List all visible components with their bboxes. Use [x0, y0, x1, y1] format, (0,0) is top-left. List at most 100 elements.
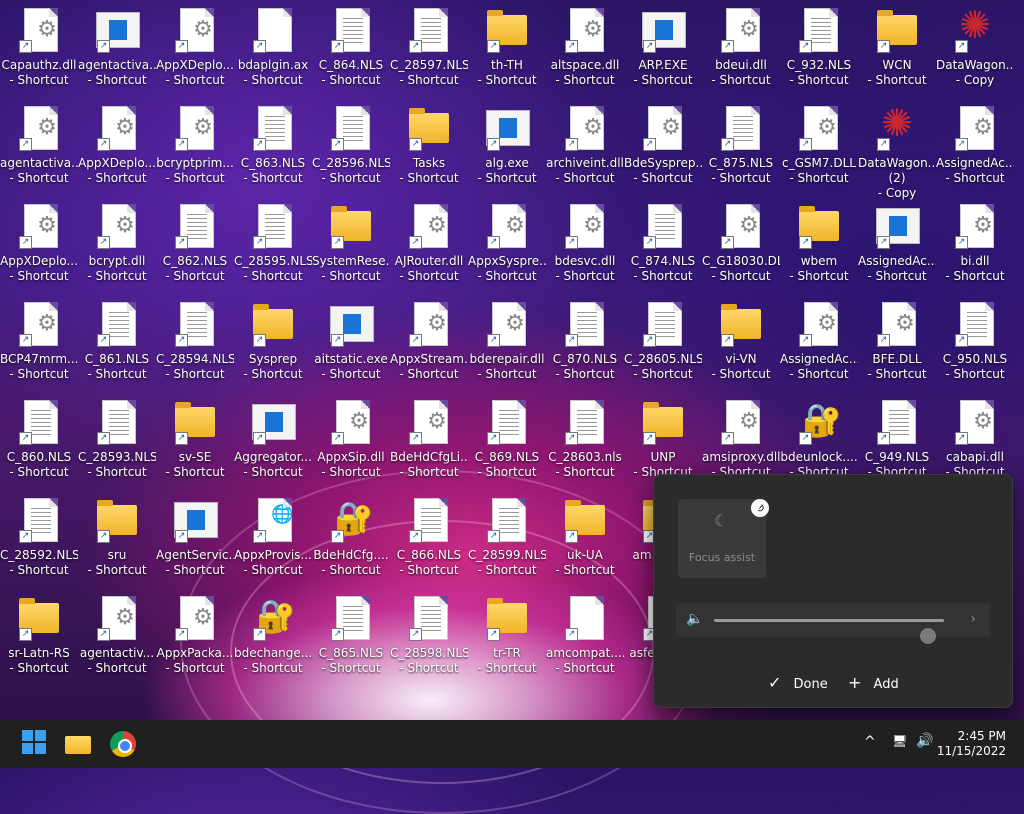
done-button[interactable]: ✓ Done: [768, 673, 828, 692]
desktop-icon[interactable]: ↗ C_932.NLS - Shortcut: [780, 0, 858, 96]
desktop-icon[interactable]: ↗ tr-TR - Shortcut: [468, 588, 546, 684]
desktop-icon[interactable]: ↗ SystemRese... - Shortcut: [312, 196, 390, 292]
desktop-icon[interactable]: ⚙ ↗ archiveint.dll - Shortcut: [546, 98, 624, 194]
desktop-icon[interactable]: ⚙ ↗ AppxSip.dll - Shortcut: [312, 392, 390, 488]
desktop-icon[interactable]: ✺ ↗ DataWagon.... (2) - Copy: [858, 98, 936, 200]
chrome-button[interactable]: [107, 728, 139, 760]
desktop-icon[interactable]: ↗ C_862.NLS - Shortcut: [156, 196, 234, 292]
text-file-icon: ↗: [562, 300, 608, 350]
desktop-icon[interactable]: ⚙ ↗ bi.dll - Shortcut: [936, 196, 1014, 292]
keys-lock-icon: 🔐 ↗: [250, 594, 296, 644]
shortcut-arrow-icon: ↗: [19, 40, 32, 53]
desktop-icon[interactable]: ⚙ ↗ bdeui.dll - Shortcut: [702, 0, 780, 96]
desktop-icon[interactable]: ⚙ ↗ BFE.DLL - Shortcut: [858, 294, 936, 390]
start-button[interactable]: [20, 728, 52, 760]
desktop-icon[interactable]: ⚙ ↗ AssignedAc... - Shortcut: [780, 294, 858, 390]
desktop-icon-label: C_865.NLS - Shortcut: [318, 646, 384, 675]
desktop-icon[interactable]: ⚙ ↗ bdesvc.dll - Shortcut: [546, 196, 624, 292]
desktop-icon[interactable]: ⚙ ↗ bderepair.dll - Shortcut: [468, 294, 546, 390]
desktop-icon[interactable]: ↗ C_861.NLS - Shortcut: [78, 294, 156, 390]
desktop-icon[interactable]: ↗ C_28598.NLS - Shortcut: [390, 588, 468, 684]
desktop-icon[interactable]: ↗ C_28599.NLS - Shortcut: [468, 490, 546, 586]
desktop-icon[interactable]: ✺ ↗ DataWagon... - Copy: [936, 0, 1014, 96]
desktop-icon[interactable]: ↗ C_864.NLS - Shortcut: [312, 0, 390, 96]
desktop-icon[interactable]: ↗ C_28603.nls - Shortcut: [546, 392, 624, 488]
desktop-icon[interactable]: ↗ Tasks - Shortcut: [390, 98, 468, 194]
blank-file-icon: ↗: [562, 594, 608, 644]
desktop-icon[interactable]: ↗ amcompat.... - Shortcut: [546, 588, 624, 684]
volume-slider-thumb[interactable]: [919, 628, 936, 644]
desktop-icon[interactable]: ⚙ ↗ AssignedAc... - Shortcut: [936, 98, 1014, 194]
desktop-icon[interactable]: ↗ C_869.NLS - Shortcut: [468, 392, 546, 488]
desktop-icon[interactable]: ⚙ ↗ AppXDeplo... - Shortcut: [156, 0, 234, 96]
desktop-icon[interactable]: ↗ C_28596.NLS - Shortcut: [312, 98, 390, 194]
add-button[interactable]: + Add: [848, 673, 899, 692]
desktop-icon[interactable]: ↗ th-TH - Shortcut: [468, 0, 546, 96]
desktop-icon[interactable]: ⚙ ↗ Capauthz.dll - Shortcut: [0, 0, 78, 96]
desktop-icon[interactable]: ↗ C_28605.NLS - Shortcut: [624, 294, 702, 390]
desktop-icon[interactable]: ⚙ ↗ AppXDeplo... - Shortcut: [78, 98, 156, 194]
desktop-icon[interactable]: ↗ WCN - Shortcut: [858, 0, 936, 96]
chevron-up-icon[interactable]: ^: [864, 734, 876, 750]
desktop-icon[interactable]: ↗ C_28593.NLS - Shortcut: [78, 392, 156, 488]
desktop-icon-label: C_870.NLS - Shortcut: [552, 352, 618, 381]
speaker-icon[interactable]: 🔈: [686, 611, 703, 627]
desktop-icon[interactable]: ⚙ ↗ bcryptprim... - Shortcut: [156, 98, 234, 194]
desktop-icon[interactable]: ↗ AssignedAc... - Shortcut: [858, 196, 936, 292]
desktop-icon[interactable]: ⚙↗BdeSysprep....- Shortcut: [624, 98, 702, 194]
desktop-icon[interactable]: ⚙ ↗ BdeHdCfgLi... - Shortcut: [390, 392, 468, 488]
desktop-icon[interactable]: ↗ ARP.EXE - Shortcut: [624, 0, 702, 96]
desktop-icon[interactable]: ↗ Aggregator... - Shortcut: [234, 392, 312, 488]
desktop-icon[interactable]: ⚙ ↗ altspace.dll - Shortcut: [546, 0, 624, 96]
desktop-icon[interactable]: ↗ sv-SE - Shortcut: [156, 392, 234, 488]
desktop-icon[interactable]: ⚙ ↗ AppxSyspre... - Shortcut: [468, 196, 546, 292]
desktop-icon[interactable]: ↗ vi-VN - Shortcut: [702, 294, 780, 390]
desktop-icon[interactable]: ↗ C_28594.NLS - Shortcut: [156, 294, 234, 390]
desktop-icon[interactable]: ↗ aitstatic.exe - Shortcut: [312, 294, 390, 390]
desktop-icon[interactable]: 🌐 ↗ AppxProvis... - Shortcut: [234, 490, 312, 586]
shortcut-arrow-icon: ↗: [331, 138, 344, 151]
desktop-icon[interactable]: ↗ sru - Shortcut: [78, 490, 156, 586]
desktop-icon[interactable]: 🔐 ↗ BdeHdCfg.... - Shortcut: [312, 490, 390, 586]
desktop-icon[interactable]: ⚙↗C_G18030.DLL- Shortcut: [702, 196, 780, 292]
desktop-icon[interactable]: ↗ C_863.NLS - Shortcut: [234, 98, 312, 194]
desktop-icon[interactable]: ⚙ ↗ agentactiv... - Shortcut: [78, 588, 156, 684]
desktop-icon[interactable]: ↗ wbem - Shortcut: [780, 196, 858, 292]
network-icon[interactable]: 🖥: [892, 734, 907, 748]
desktop-icon[interactable]: ⚙ ↗ AppxPacka... - Shortcut: [156, 588, 234, 684]
chevron-right-icon[interactable]: ›: [970, 611, 976, 627]
desktop-icon[interactable]: ↗ sr-Latn-RS - Shortcut: [0, 588, 78, 684]
desktop-icon[interactable]: ↗ C_28595.NLS - Shortcut: [234, 196, 312, 292]
desktop-icon-label: SystemRese... - Shortcut: [312, 254, 390, 283]
desktop-icon[interactable]: ⚙ ↗ bcrypt.dll - Shortcut: [78, 196, 156, 292]
desktop-icon[interactable]: ↗ C_860.NLS - Shortcut: [0, 392, 78, 488]
volume-icon[interactable]: 🔊: [916, 733, 933, 749]
desktop-icon[interactable]: ↗ AgentServic... - Shortcut: [156, 490, 234, 586]
desktop-icon[interactable]: ↗ C_28592.NLS - Shortcut: [0, 490, 78, 586]
desktop-icon[interactable]: ↗ C_950.NLS - Shortcut: [936, 294, 1014, 390]
desktop-icon-label: tr-TR - Shortcut: [477, 646, 537, 675]
desktop-icon[interactable]: ↗ C_865.NLS - Shortcut: [312, 588, 390, 684]
desktop-icon[interactable]: ↗ bdaplgin.ax - Shortcut: [234, 0, 312, 96]
desktop-icon[interactable]: ⚙ ↗ AppxStream... - Shortcut: [390, 294, 468, 390]
desktop-icon[interactable]: ⚙ ↗ BCP47mrm.... - Shortcut: [0, 294, 78, 390]
desktop-icon[interactable]: ↗ agentactiva... - Shortcut: [78, 0, 156, 96]
desktop-icon[interactable]: ⚙ ↗ AppXDeplo... - Shortcut: [0, 196, 78, 292]
desktop-icon[interactable]: ↗ C_875.NLS - Shortcut: [702, 98, 780, 194]
clock[interactable]: 2:45 PM 11/15/2022: [937, 729, 1006, 759]
desktop-icon[interactable]: 🔐 ↗ bdechange.... - Shortcut: [234, 588, 312, 684]
desktop-icon[interactable]: ⚙ ↗ c_GSM7.DLL - Shortcut: [780, 98, 858, 194]
desktop-icon[interactable]: ⚙ ↗ agentactiva... - Shortcut: [0, 98, 78, 194]
desktop-icon[interactable]: ↗ C_870.NLS - Shortcut: [546, 294, 624, 390]
desktop-icon[interactable]: ⚙ ↗ AJRouter.dll - Shortcut: [390, 196, 468, 292]
desktop-icon[interactable]: ↗ C_874.NLS - Shortcut: [624, 196, 702, 292]
shortcut-arrow-icon: ↗: [97, 628, 110, 641]
desktop-icon[interactable]: ↗ alg.exe - Shortcut: [468, 98, 546, 194]
file-explorer-button[interactable]: [63, 728, 95, 760]
desktop-icon[interactable]: ↗ C_866.NLS - Shortcut: [390, 490, 468, 586]
desktop-icon[interactable]: ↗ uk-UA - Shortcut: [546, 490, 624, 586]
desktop-icon[interactable]: ↗ Sysprep - Shortcut: [234, 294, 312, 390]
desktop-icon-label: C_28597.NLS - Shortcut: [390, 58, 468, 87]
volume-slider-track[interactable]: [714, 619, 944, 644]
desktop-icon[interactable]: ↗ C_28597.NLS - Shortcut: [390, 0, 468, 96]
